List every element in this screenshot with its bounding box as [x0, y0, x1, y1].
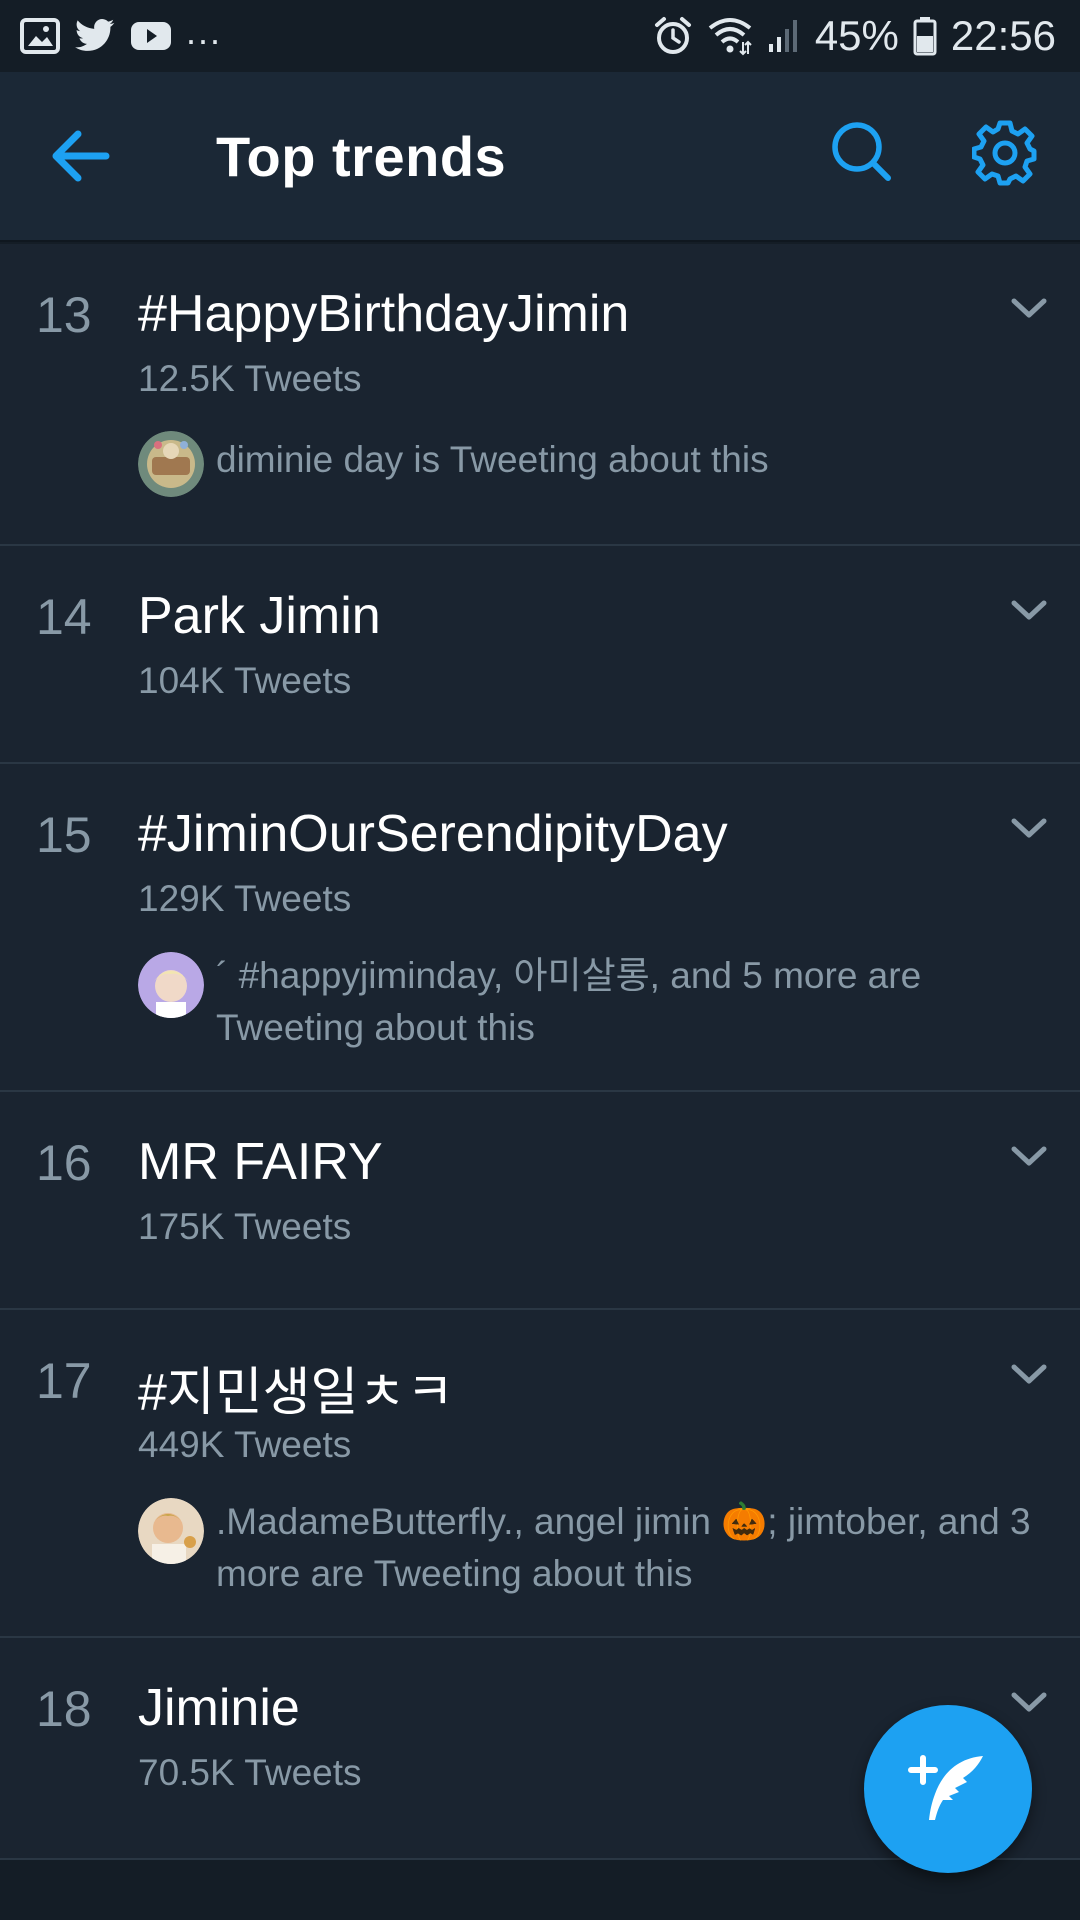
trend-item[interactable]: 17 #지민생일ㅊㅋ 449K Tweets .MadameButterfly.…: [0, 1310, 1080, 1638]
gear-icon: [971, 120, 1037, 186]
trend-list: 13 #HappyBirthdayJimin 12.5K Tweets dimi…: [0, 244, 1080, 1860]
back-button[interactable]: [50, 124, 130, 188]
settings-button[interactable]: [971, 120, 1042, 190]
chevron-down-icon[interactable]: [1010, 1691, 1048, 1715]
wifi-icon: [707, 16, 753, 56]
avatar: [138, 1498, 204, 1564]
trend-rank: 17: [36, 1353, 92, 1409]
arrow-left-icon: [52, 130, 110, 182]
tweet-count: 70.5K Tweets: [138, 1752, 362, 1793]
trend-name[interactable]: #JiminOurSerendipityDay: [138, 804, 728, 864]
chevron-down-icon[interactable]: [1010, 599, 1048, 623]
status-right: 45% 22:56: [653, 12, 1056, 60]
image-icon: [20, 18, 60, 54]
youtube-icon: [130, 20, 172, 52]
signal-icon: [767, 18, 801, 54]
trend-item[interactable]: 13 #HappyBirthdayJimin 12.5K Tweets dimi…: [0, 244, 1080, 546]
avatar: [138, 431, 204, 497]
chevron-down-icon[interactable]: [1010, 817, 1048, 841]
trend-rank: 18: [36, 1681, 92, 1737]
clock: 22:56: [950, 12, 1056, 59]
trend-item[interactable]: 15 #JiminOurSerendipityDay 129K Tweets ´…: [0, 764, 1080, 1092]
trend-item[interactable]: 14 Park Jimin 104K Tweets: [0, 546, 1080, 764]
tweet-count: 12.5K Tweets: [138, 358, 362, 399]
chevron-down-icon[interactable]: [1010, 1145, 1048, 1169]
trend-name[interactable]: #HappyBirthdayJimin: [138, 284, 629, 344]
compose-tweet-button[interactable]: [864, 1705, 1032, 1873]
app-header: Top trends: [0, 72, 1080, 242]
tweet-count: 175K Tweets: [138, 1206, 352, 1247]
avatar: [138, 952, 204, 1018]
trend-name[interactable]: Park Jimin: [138, 586, 381, 646]
trend-rank: 16: [36, 1135, 92, 1191]
status-bar: ... 45% 22:56: [0, 0, 1080, 72]
context-text: .MadameButterfly., angel jimin 🎃; jimtob…: [216, 1501, 1031, 1594]
chevron-down-icon[interactable]: [1010, 297, 1048, 321]
trend-name[interactable]: Jiminie: [138, 1678, 300, 1738]
tweet-count: 129K Tweets: [138, 878, 352, 919]
page-title: Top trends: [216, 125, 507, 188]
trend-rank: 15: [36, 807, 92, 863]
tweet-count: 104K Tweets: [138, 660, 352, 701]
status-left: ...: [20, 11, 222, 54]
trend-rank: 14: [36, 589, 92, 645]
alarm-icon: [653, 16, 693, 56]
battery-percent: 45%: [814, 12, 899, 59]
notification-overflow: ...: [186, 11, 223, 52]
search-icon: [832, 122, 891, 181]
search-button[interactable]: [830, 120, 900, 190]
context-text: diminie day is Tweeting about this: [216, 439, 769, 480]
twitter-icon: [74, 18, 116, 54]
trend-item[interactable]: 16 MR FAIRY 175K Tweets: [0, 1092, 1080, 1310]
context-text: ´ #happyjiminday, 아미살롱, and 5 more are T…: [216, 955, 922, 1048]
trend-name[interactable]: MR FAIRY: [138, 1132, 383, 1192]
chevron-down-icon[interactable]: [1010, 1363, 1048, 1387]
battery-icon: [913, 16, 937, 56]
trend-name[interactable]: #지민생일ㅊㅋ: [138, 1350, 454, 1425]
trend-rank: 13: [36, 287, 92, 343]
compose-tweet-icon: [908, 1755, 983, 1820]
tweet-count: 449K Tweets: [138, 1424, 352, 1465]
